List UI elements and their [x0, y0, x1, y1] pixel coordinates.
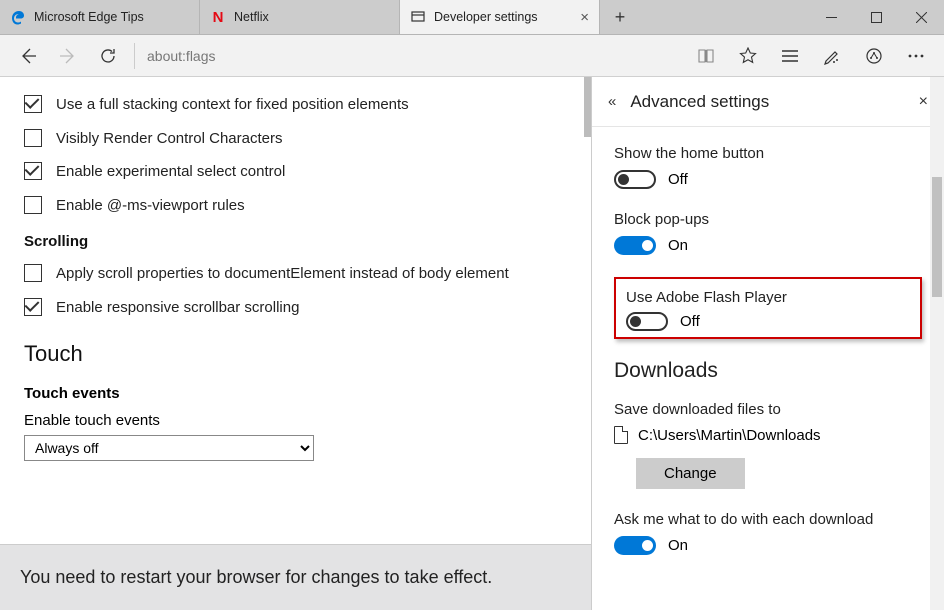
close-icon[interactable]: × — [919, 93, 928, 111]
flags-icon — [410, 9, 426, 25]
toolbar: about:flags — [0, 35, 944, 77]
tab-label: Netflix — [234, 10, 269, 24]
panel-title: Advanced settings — [630, 92, 769, 112]
toggle-state: On — [668, 237, 688, 254]
setting-label: Block pop-ups — [614, 211, 922, 228]
setting-label: Ask me what to do with each download — [614, 511, 922, 528]
notes-icon[interactable] — [812, 36, 852, 76]
address-text: about:flags — [147, 48, 216, 64]
flag-label: Apply scroll properties to documentEleme… — [56, 264, 509, 284]
close-icon[interactable]: × — [580, 9, 589, 26]
download-path: C:\Users\Martin\Downloads — [638, 427, 821, 444]
checkbox[interactable] — [24, 196, 42, 214]
flash-toggle[interactable] — [626, 312, 668, 331]
minimize-button[interactable] — [809, 0, 854, 34]
section-header: Downloads — [614, 359, 922, 383]
popups-toggle[interactable] — [614, 236, 656, 255]
scrollbar-thumb[interactable] — [932, 177, 942, 297]
setting-label: Use Adobe Flash Player — [626, 289, 910, 306]
file-icon — [614, 426, 628, 444]
flag-label: Enable @-ms-viewport rules — [56, 196, 245, 216]
flag-label: Visibly Render Control Characters — [56, 129, 283, 149]
back-icon[interactable]: « — [608, 93, 616, 110]
section-header: Touch — [24, 341, 567, 367]
tab-developer-settings[interactable]: Developer settings × — [400, 0, 600, 34]
tab-label: Developer settings — [434, 10, 538, 24]
flash-highlight: Use Adobe Flash Player Off — [614, 277, 922, 339]
flag-label: Enable responsive scrollbar scrolling — [56, 298, 299, 318]
tab-bar: Microsoft Edge Tips N Netflix Developer … — [0, 0, 944, 35]
back-button[interactable] — [8, 36, 48, 76]
address-bar[interactable]: about:flags — [134, 43, 686, 69]
checkbox[interactable] — [24, 298, 42, 316]
hub-icon[interactable] — [770, 36, 810, 76]
toggle-state: On — [668, 537, 688, 554]
checkbox[interactable] — [24, 264, 42, 282]
window-controls — [809, 0, 944, 34]
tab-edge-tips[interactable]: Microsoft Edge Tips — [0, 0, 200, 34]
flags-page: Use a full stacking context for fixed po… — [0, 77, 591, 610]
checkbox[interactable] — [24, 95, 42, 113]
maximize-button[interactable] — [854, 0, 899, 34]
share-icon[interactable] — [854, 36, 894, 76]
restart-banner: You need to restart your browser for cha… — [0, 544, 591, 610]
netflix-icon: N — [210, 9, 226, 25]
new-tab-button[interactable]: + — [600, 0, 640, 34]
select-label: Enable touch events — [24, 412, 567, 429]
checkbox[interactable] — [24, 129, 42, 147]
subsection-header: Touch events — [24, 385, 567, 402]
tab-netflix[interactable]: N Netflix — [200, 0, 400, 34]
touch-events-select[interactable]: Always off — [24, 435, 314, 461]
toggle-state: Off — [680, 313, 700, 330]
favorite-icon[interactable] — [728, 36, 768, 76]
refresh-button[interactable] — [88, 36, 128, 76]
advanced-settings-panel: « Advanced settings × Show the home butt… — [591, 77, 944, 610]
edge-icon — [10, 9, 26, 25]
setting-label: Save downloaded files to — [614, 401, 922, 418]
section-header: Scrolling — [24, 233, 567, 250]
tab-label: Microsoft Edge Tips — [34, 10, 144, 24]
ask-download-toggle[interactable] — [614, 536, 656, 555]
reading-view-icon[interactable] — [686, 36, 726, 76]
checkbox[interactable] — [24, 162, 42, 180]
more-icon[interactable] — [896, 36, 936, 76]
change-button[interactable]: Change — [636, 458, 745, 489]
toggle-state: Off — [668, 171, 688, 188]
flag-label: Enable experimental select control — [56, 162, 285, 182]
flag-label: Use a full stacking context for fixed po… — [56, 95, 409, 115]
forward-button[interactable] — [48, 36, 88, 76]
setting-label: Show the home button — [614, 145, 922, 162]
home-button-toggle[interactable] — [614, 170, 656, 189]
close-window-button[interactable] — [899, 0, 944, 34]
panel-scrollbar[interactable] — [930, 77, 944, 610]
